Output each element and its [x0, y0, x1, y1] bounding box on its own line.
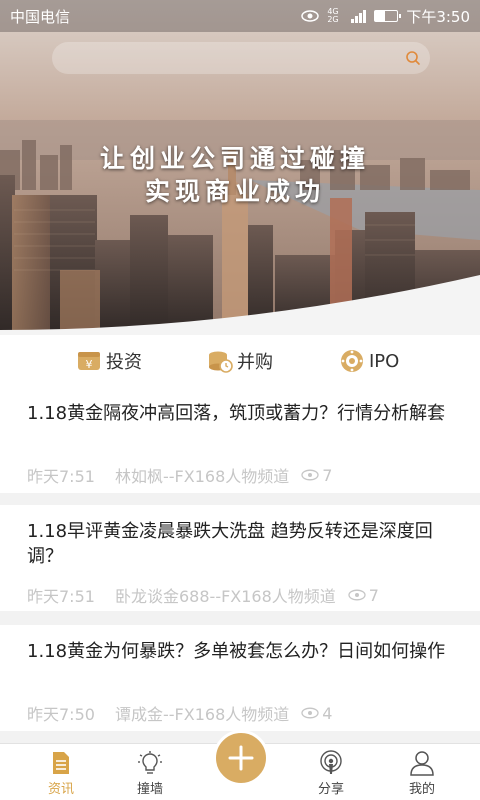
nav-tab-profile[interactable]: 我的	[382, 744, 462, 800]
battery-icon	[374, 10, 402, 22]
category-invest[interactable]: ¥ 投资	[76, 348, 142, 374]
category-bar: ¥ 投资 并购 IPO	[0, 335, 480, 387]
news-title: 1.18早评黄金凌晨暴跌大洗盘 趋势反转还是深度回调？	[27, 521, 433, 567]
user-icon	[410, 751, 434, 776]
category-ipo[interactable]: IPO	[339, 348, 399, 374]
svg-text:¥: ¥	[86, 358, 93, 371]
view-count-icon	[301, 707, 319, 719]
search-input[interactable]	[52, 42, 430, 74]
news-time: 昨天7:51	[27, 467, 95, 486]
news-item[interactable]: 1.18黄金隔夜冲高回落，筑顶或蓄力？行情分析解套 昨天7:51 林如枫--FX…	[0, 387, 480, 493]
news-meta: 昨天7:51 卧龙谈金688--FX168人物频道 7	[27, 583, 379, 607]
eye-comfort-icon	[301, 10, 320, 22]
carrier-label: 中国电信	[10, 7, 71, 26]
plus-icon	[228, 745, 254, 771]
invest-icon: ¥	[78, 352, 100, 371]
ipo-icon	[341, 350, 363, 372]
banner-slogan-line2: 实现商业成功	[144, 177, 325, 206]
network-type-label: 4G 2G	[327, 7, 339, 24]
nav-tab-label: 我的	[408, 782, 435, 797]
news-views: 7	[348, 586, 379, 605]
nav-tab-label: 分享	[317, 782, 344, 797]
category-invest-label: 投资	[106, 352, 142, 373]
news-time: 昨天7:50	[27, 705, 95, 724]
news-views: 7	[301, 466, 332, 485]
news-views: 4	[301, 704, 332, 723]
news-view-count: 4	[322, 703, 333, 723]
news-author: 林如枫--FX168人物频道	[115, 467, 290, 486]
news-title: 1.18黄金隔夜冲高回落，筑顶或蓄力？行情分析解套	[27, 403, 446, 424]
news-view-count: 7	[322, 465, 333, 485]
news-item[interactable]: 1.18早评黄金凌晨暴跌大洗盘 趋势反转还是深度回调？ 昨天7:51 卧龙谈金6…	[0, 505, 480, 611]
news-meta: 昨天7:50 谭成金--FX168人物频道 4	[27, 701, 332, 725]
nav-tab-label: 撞墙	[136, 782, 163, 797]
category-ipo-label: IPO	[369, 350, 400, 372]
merger-icon	[209, 351, 233, 373]
news-title: 1.18黄金为何暴跌？多单被套怎么办？日间如何操作	[27, 641, 446, 662]
broadcast-icon	[320, 750, 342, 774]
news-item[interactable]: 1.18黄金为何暴跌？多单被套怎么办？日间如何操作 昨天7:50 谭成金--FX…	[0, 625, 480, 731]
news-view-count: 7	[368, 585, 379, 605]
news-time: 昨天7:51	[27, 587, 95, 606]
view-count-icon	[301, 469, 319, 481]
signal-icon	[351, 9, 367, 23]
clock-label: 下午3:50	[406, 7, 470, 26]
document-icon	[53, 752, 69, 774]
banner-slogan-line1: 让创业公司通过碰撞	[99, 144, 370, 173]
add-post-button[interactable]	[213, 730, 269, 786]
view-count-icon	[348, 589, 366, 601]
news-author: 卧龙谈金688--FX168人物频道	[115, 587, 336, 606]
nav-tab-wall[interactable]: 撞墙	[110, 744, 190, 800]
news-meta: 昨天7:51 林如枫--FX168人物频道 7	[27, 463, 332, 487]
status-bar: 中国电信 4G 2G 下午3:50	[0, 0, 480, 32]
category-merger[interactable]: 并购	[207, 348, 273, 374]
search-icon[interactable]	[404, 49, 422, 67]
nav-tab-share[interactable]: 分享	[291, 744, 371, 800]
category-merger-label: 并购	[237, 352, 273, 373]
nav-tab-news[interactable]: 资讯	[21, 744, 101, 800]
nav-tab-label: 资讯	[47, 782, 74, 797]
news-author: 谭成金--FX168人物频道	[115, 705, 290, 724]
lightbulb-icon	[138, 751, 162, 774]
